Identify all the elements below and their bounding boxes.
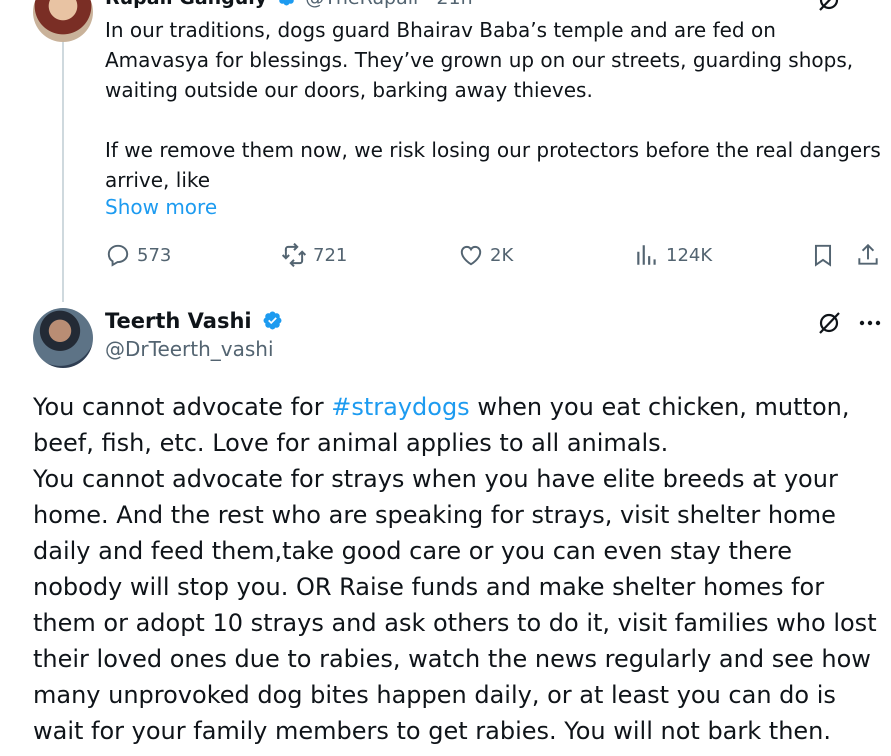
- like-button[interactable]: 2K: [458, 242, 513, 268]
- grok-icon[interactable]: [815, 0, 843, 14]
- header-separator: ·: [424, 0, 430, 9]
- reply-count: 573: [137, 244, 172, 266]
- top-tweet-author-name[interactable]: Rupali Ganguly: [105, 0, 267, 9]
- share-button[interactable]: [855, 242, 881, 268]
- repost-icon: [281, 242, 307, 268]
- top-tweet-time[interactable]: 21h: [436, 0, 472, 9]
- more-icon[interactable]: [857, 312, 883, 334]
- top-tweet-paragraph-2: If we remove them now, we risk losing ou…: [105, 138, 888, 192]
- like-count: 2K: [490, 244, 514, 266]
- main-tweet-paragraph-1: You cannot advocate for #straydogs when …: [33, 389, 888, 461]
- share-icon: [858, 243, 878, 265]
- bookmark-button[interactable]: [810, 242, 836, 268]
- main-tweet-author-name-row: Teerth Vashi: [105, 309, 285, 333]
- grok-icon[interactable]: [815, 309, 843, 337]
- views-icon: [637, 245, 656, 265]
- top-tweet-paragraph-1: In our traditions, dogs guard Bhairav Ba…: [105, 18, 860, 102]
- verified-icon: [263, 311, 282, 330]
- top-tweet-avatar[interactable]: [33, 0, 93, 42]
- main-tweet-header: Teerth Vashi @DrTeerth_vashi: [105, 309, 285, 361]
- top-tweet-body: In our traditions, dogs guard Bhairav Ba…: [105, 15, 885, 195]
- top-tweet-header: Rupali Ganguly @TheRupali · 21h: [105, 0, 473, 9]
- bookmark-icon: [814, 244, 832, 267]
- verified-icon: [279, 0, 294, 6]
- views-count: 124K: [666, 244, 713, 266]
- main-text-before-hashtag: You cannot advocate for: [33, 393, 332, 421]
- reply-icon: [107, 244, 129, 267]
- main-tweet-paragraph-2: You cannot advocate for strays when you …: [33, 465, 877, 745]
- tweet-actions: 573 721 2K 124K: [0, 242, 891, 276]
- repost-button[interactable]: 721: [281, 242, 347, 268]
- like-icon: [460, 245, 482, 266]
- main-tweet-avatar[interactable]: [33, 308, 93, 368]
- reply-button[interactable]: 573: [105, 242, 171, 268]
- main-tweet-author-handle[interactable]: @DrTeerth_vashi: [105, 337, 285, 361]
- top-tweet-author-handle[interactable]: @TheRupali: [305, 0, 418, 9]
- main-tweet-author-name[interactable]: Teerth Vashi: [105, 309, 252, 333]
- show-more-link[interactable]: Show more: [105, 195, 217, 219]
- repost-count: 721: [313, 244, 348, 266]
- views-button[interactable]: 124K: [634, 242, 712, 268]
- hashtag-link[interactable]: #straydogs: [331, 393, 469, 421]
- main-tweet-body: You cannot advocate for #straydogs when …: [33, 389, 888, 749]
